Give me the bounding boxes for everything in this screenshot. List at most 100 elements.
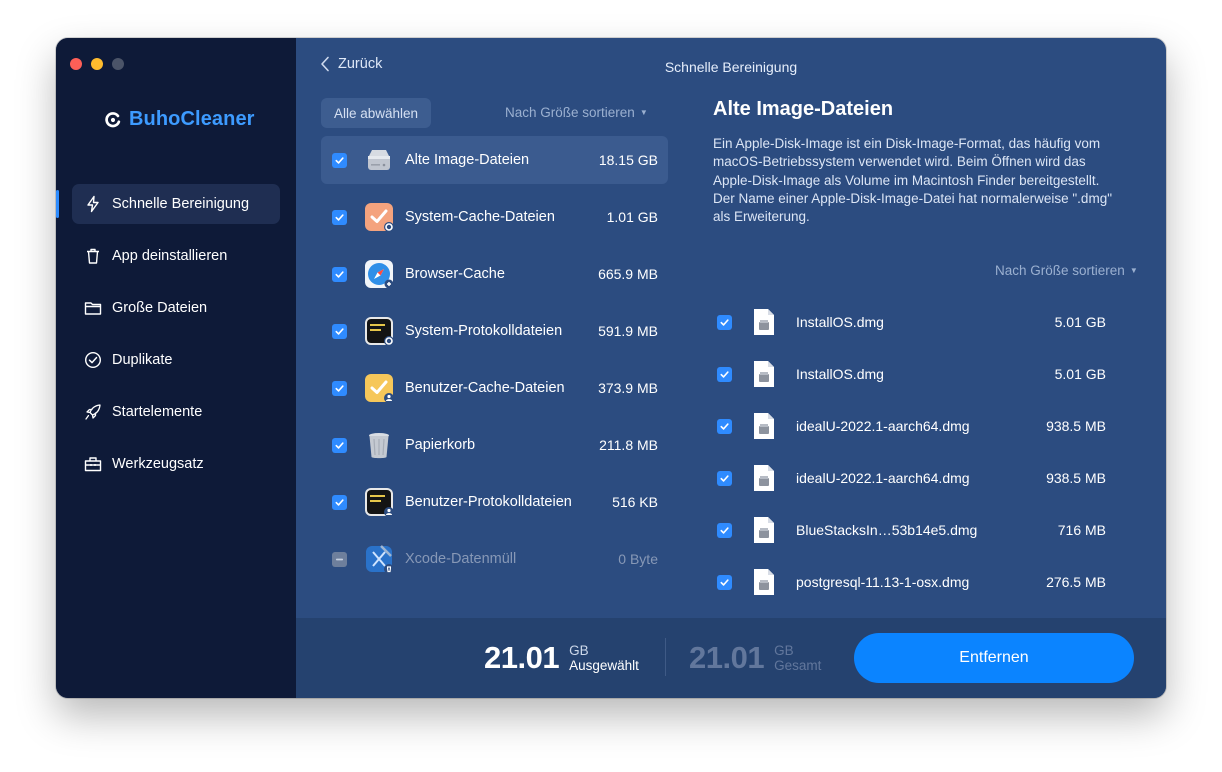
file-name: idealU-2022.1-aarch64.dmg [796,470,970,486]
deselect-all-button[interactable]: Alle abwählen [321,98,432,128]
sort-dropdown[interactable]: Nach Größe sortieren ▼ [505,105,648,120]
category-size: 211.8 MB [599,437,658,453]
app-brand: BuhoCleaner [104,108,255,131]
file-checkbox[interactable] [717,366,732,382]
file-name: InstallOS.dmg [796,314,884,330]
system-log-icon [365,317,394,346]
system-cache-icon [365,203,394,232]
disk-image-icon [368,150,390,170]
dmg-file-icon [754,361,774,387]
category-checkbox[interactable] [332,209,347,225]
category-checkbox[interactable] [332,551,347,567]
category-item[interactable]: Benutzer-Cache-Dateien 373.9 MB [321,364,668,412]
file-checkbox[interactable] [717,314,732,330]
app-window: BuhoCleaner Schnelle Bereinigung App dei… [56,38,1166,698]
bolt-icon [84,195,102,213]
category-size: 0 Byte [618,551,658,567]
file-checkbox[interactable] [717,574,732,590]
dmg-file-icon [754,309,774,335]
category-size: 1.01 GB [606,209,658,225]
category-size: 591.9 MB [598,323,658,339]
file-name: idealU-2022.1-aarch64.dmg [796,418,970,434]
total-size-meta: GB Gesamt [774,643,821,673]
chevron-left-icon [321,56,329,72]
selected-size-label: Ausgewählt [569,658,639,673]
file-name: BlueStacksIn…53b14e5.dmg [796,522,978,538]
file-sort-dropdown[interactable]: Nach Größe sortieren ▼ [995,263,1138,278]
folder-icon [84,299,102,317]
remove-button[interactable]: Entfernen [854,633,1134,683]
page-title: Schnelle Bereinigung [664,59,798,75]
file-checkbox[interactable] [717,418,732,434]
sidebar-item-grosse-dateien[interactable]: Große Dateien [72,288,280,328]
back-label: Zurück [338,56,383,72]
user-cache-icon [365,374,394,403]
category-name: System-Protokolldateien [405,323,563,339]
user-log-icon [365,488,394,517]
category-name: Alte Image-Dateien [405,152,530,168]
selected-size-value: 21.01 [484,640,560,675]
trash-icon [84,247,102,265]
footer-divider [665,638,666,676]
file-size: 5.01 GB [1054,314,1106,330]
category-checkbox[interactable] [332,494,347,510]
close-window-button[interactable] [70,58,82,70]
selected-summary: 21.01 GB Ausgewählt [484,640,639,676]
sidebar-item-label: Werkzeugsatz [112,456,204,472]
file-row[interactable]: BlueStacksIn…53b14e5.dmg 716 MB [716,504,1116,556]
sidebar-item-label: Startelemente [112,404,203,420]
xcode-icon [366,545,394,574]
category-checkbox[interactable] [332,266,347,282]
back-button[interactable]: Zurück [320,56,382,72]
dmg-file-icon [754,517,774,543]
sidebar-item-schnelle-bereinigung[interactable]: Schnelle Bereinigung [56,184,280,224]
category-checkbox[interactable] [332,323,347,339]
sidebar-item-app-deinstallieren[interactable]: App deinstallieren [72,236,280,276]
buhocleaner-logo-icon [105,111,121,127]
category-item[interactable]: System-Protokolldateien 591.9 MB [321,307,668,355]
category-checkbox[interactable] [332,380,347,396]
file-row[interactable]: postgresql-11.13-1-osx.dmg 276.5 MB [716,556,1116,608]
category-item[interactable]: Benutzer-Protokolldateien 516 KB [321,478,668,526]
minimize-window-button[interactable] [91,58,103,70]
dmg-file-icon [754,413,774,439]
category-size: 516 KB [612,494,658,510]
file-row[interactable]: idealU-2022.1-aarch64.dmg 938.5 MB [716,452,1116,504]
zoom-window-button[interactable] [112,58,124,70]
category-name: Browser-Cache [405,266,505,282]
file-name: InstallOS.dmg [796,366,884,382]
total-size-value: 21.01 [689,640,765,675]
sidebar-item-duplikate[interactable]: Duplikate [72,340,280,380]
file-size: 716 MB [1057,522,1106,538]
file-row[interactable]: InstallOS.dmg 5.01 GB [716,296,1116,348]
selected-size-unit: GB [569,643,589,658]
detail-description: Ein Apple-Disk-Image ist ein Disk-Image-… [713,136,1112,225]
sidebar-item-label: Duplikate [112,352,173,368]
category-item[interactable]: System-Cache-Dateien 1.01 GB [321,193,668,241]
window-controls [70,58,124,70]
category-item[interactable]: Alte Image-Dateien 18.15 GB [321,136,668,184]
file-size: 938.5 MB [1046,470,1106,486]
file-row[interactable]: InstallOS.dmg 5.01 GB [716,348,1116,400]
file-size: 5.01 GB [1054,366,1106,382]
sidebar-item-startelemente[interactable]: Startelemente [72,392,280,432]
safari-icon [365,260,394,289]
total-size-label: Gesamt [774,658,822,673]
category-item[interactable]: Xcode-Datenmüll 0 Byte [321,535,668,583]
category-list: Alte Image-Dateien 18.15 GB System-Cache… [321,136,668,592]
selected-size-meta: GB Ausgewählt [569,643,639,673]
category-item[interactable]: Browser-Cache 665.9 MB [321,250,668,298]
file-checkbox[interactable] [717,522,732,538]
category-checkbox[interactable] [332,152,347,168]
category-checkbox[interactable] [332,437,347,453]
sidebar: BuhoCleaner Schnelle Bereinigung App dei… [56,38,296,698]
category-item[interactable]: Papierkorb 211.8 MB [321,421,668,469]
file-name: postgresql-11.13-1-osx.dmg [796,574,970,590]
sort-label: Nach Größe sortieren [505,105,635,120]
caret-down-icon: ▼ [1129,266,1138,275]
file-row[interactable]: idealU-2022.1-aarch64.dmg 938.5 MB [716,400,1116,452]
sort-label: Nach Größe sortieren [995,263,1125,278]
file-checkbox[interactable] [717,470,732,486]
sidebar-item-werkzeugsatz[interactable]: Werkzeugsatz [72,444,280,484]
category-size: 665.9 MB [598,266,658,282]
